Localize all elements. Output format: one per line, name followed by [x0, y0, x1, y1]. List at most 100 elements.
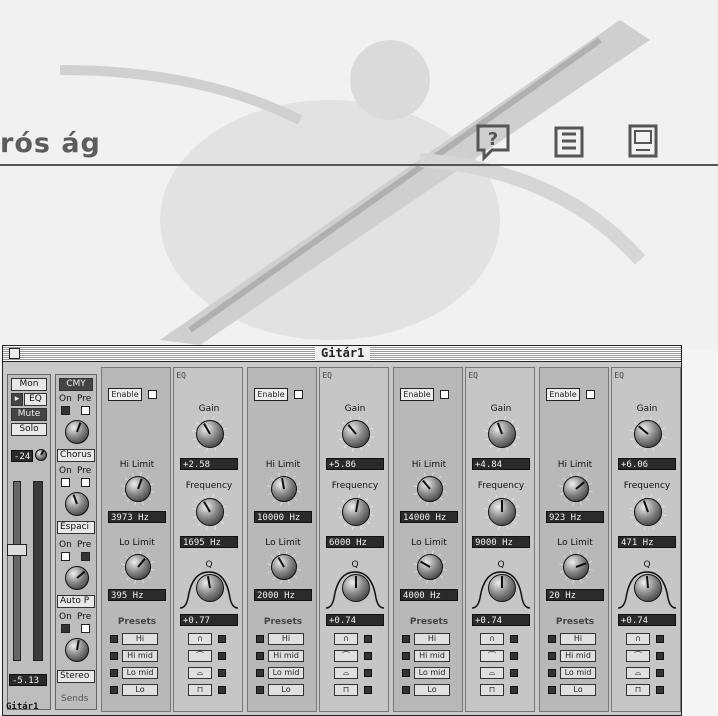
send-1-pre-checkbox[interactable]: [81, 406, 90, 415]
volume-fader-track[interactable]: [13, 481, 21, 661]
preset-lomid-button[interactable]: Lo mid: [414, 667, 450, 679]
preset-himid-button[interactable]: Hi mid: [122, 650, 158, 662]
send-4-pre-checkbox[interactable]: [81, 624, 90, 633]
shape-notch-button[interactable]: ⊓: [480, 684, 504, 696]
send-1-on-checkbox[interactable]: [61, 406, 70, 415]
shape-notch-button[interactable]: ⊓: [334, 684, 358, 696]
shape-notch-button[interactable]: ⊓: [188, 684, 212, 696]
shape-notch-button[interactable]: ⊓: [626, 684, 650, 696]
send-3-slot[interactable]: Auto P: [57, 595, 95, 608]
preset-lo-button[interactable]: Lo: [122, 684, 158, 696]
output-select[interactable]: Stereo: [57, 670, 95, 683]
q-knob[interactable]: [634, 574, 662, 602]
eq-button[interactable]: EQ: [24, 393, 47, 406]
shape-notch-led: [218, 686, 226, 694]
enable-checkbox[interactable]: [440, 390, 449, 399]
shape-bell-button[interactable]: ∩: [188, 633, 212, 645]
q-knob[interactable]: [488, 574, 516, 602]
frequency-knob[interactable]: [196, 498, 224, 526]
preset-hi-button[interactable]: Hi: [560, 633, 596, 645]
help-icon[interactable]: ?: [474, 122, 514, 162]
shape-bell-button[interactable]: ∩: [334, 633, 358, 645]
preset-hi-button[interactable]: Hi: [414, 633, 450, 645]
send-4-knob[interactable]: [65, 638, 89, 662]
sends-footer: Sends: [61, 694, 89, 704]
presets-label: Presets: [409, 617, 449, 627]
gain-value: +5.86: [326, 458, 384, 470]
preset-lo-button[interactable]: Lo: [268, 684, 304, 696]
shape-highshelf-button[interactable]: ⌒: [334, 650, 358, 662]
q-knob[interactable]: [342, 574, 370, 602]
hi-limit-knob[interactable]: [125, 476, 151, 502]
shape-highshelf-button[interactable]: ⌒: [626, 650, 650, 662]
lo-limit-knob[interactable]: [563, 554, 589, 580]
frequency-knob[interactable]: [342, 498, 370, 526]
shape-lowshelf-button[interactable]: ⌓: [188, 667, 212, 679]
preset-himid-button[interactable]: Hi mid: [560, 650, 596, 662]
window-titlebar[interactable]: Gitár1: [3, 346, 681, 362]
send-2-knob[interactable]: [65, 492, 89, 516]
lo-limit-knob[interactable]: [271, 554, 297, 580]
preset-lomid-button[interactable]: Lo mid: [560, 667, 596, 679]
send-4-on-checkbox[interactable]: [61, 624, 70, 633]
eq-band-filters: Enable Hi Limit 3973 Hz Lo Limit 395 Hz …: [101, 367, 171, 712]
shape-lowshelf-button[interactable]: ⌓: [480, 667, 504, 679]
send-2-slot[interactable]: Espaci: [57, 521, 95, 534]
shape-lowshelf-button[interactable]: ⌓: [334, 667, 358, 679]
enable-checkbox[interactable]: [148, 390, 157, 399]
hi-limit-knob[interactable]: [417, 476, 443, 502]
close-box[interactable]: [9, 348, 20, 359]
preset-lo-button[interactable]: Lo: [414, 684, 450, 696]
enable-button[interactable]: Enable: [546, 388, 580, 401]
hi-limit-knob[interactable]: [271, 476, 297, 502]
eq-toggle[interactable]: ▸: [11, 393, 23, 406]
preset-lo-button[interactable]: Lo: [560, 684, 596, 696]
computer-icon[interactable]: [624, 122, 664, 162]
book-icon[interactable]: [550, 122, 590, 162]
lo-limit-knob[interactable]: [125, 554, 151, 580]
enable-button[interactable]: Enable: [254, 388, 288, 401]
enable-checkbox[interactable]: [294, 390, 303, 399]
send-3-knob[interactable]: [65, 566, 89, 590]
lo-limit-knob[interactable]: [417, 554, 443, 580]
frequency-knob[interactable]: [634, 498, 662, 526]
send-2-on-checkbox[interactable]: [61, 478, 70, 487]
shape-lowshelf-button[interactable]: ⌓: [626, 667, 650, 679]
preset-lomid-button[interactable]: Lo mid: [122, 667, 158, 679]
mute-button[interactable]: Mute: [11, 408, 47, 421]
sends-header[interactable]: CMY: [59, 378, 93, 391]
preset-hi-button[interactable]: Hi: [268, 633, 304, 645]
q-value: +0.77: [180, 614, 238, 626]
gain-knob[interactable]: [196, 420, 224, 448]
enable-button[interactable]: Enable: [400, 388, 434, 401]
send-3-pre-checkbox[interactable]: [81, 552, 90, 561]
shape-highshelf-button[interactable]: ⌒: [188, 650, 212, 662]
shape-bell-button[interactable]: ∩: [626, 633, 650, 645]
gain-knob[interactable]: [634, 420, 662, 448]
volume-fader-handle[interactable]: [7, 544, 27, 556]
send-1-knob[interactable]: [65, 420, 89, 444]
preset-himid-button[interactable]: Hi mid: [268, 650, 304, 662]
preset-hi-button[interactable]: Hi: [122, 633, 158, 645]
preset-himid-led: [256, 652, 264, 660]
shape-highshelf-button[interactable]: ⌒: [480, 650, 504, 662]
preset-lomid-button[interactable]: Lo mid: [268, 667, 304, 679]
send-2-pre-checkbox[interactable]: [81, 478, 90, 487]
pan-knob[interactable]: [35, 449, 47, 461]
lo-limit-label: Lo Limit: [119, 538, 155, 548]
solo-button[interactable]: Solo: [11, 423, 47, 436]
preset-himid-button[interactable]: Hi mid: [414, 650, 450, 662]
enable-button[interactable]: Enable: [108, 388, 142, 401]
gain-knob[interactable]: [488, 420, 516, 448]
eq-tag: EQ: [176, 371, 186, 380]
gain-knob[interactable]: [342, 420, 370, 448]
send-3-on-checkbox[interactable]: [61, 552, 70, 561]
enable-checkbox[interactable]: [586, 390, 595, 399]
shape-lowshelf-led: [218, 669, 226, 677]
frequency-knob[interactable]: [488, 498, 516, 526]
q-knob[interactable]: [196, 574, 224, 602]
mon-button[interactable]: Mon: [11, 378, 47, 391]
hi-limit-knob[interactable]: [563, 476, 589, 502]
shape-bell-button[interactable]: ∩: [480, 633, 504, 645]
send-1-slot[interactable]: Chorus: [57, 449, 95, 462]
